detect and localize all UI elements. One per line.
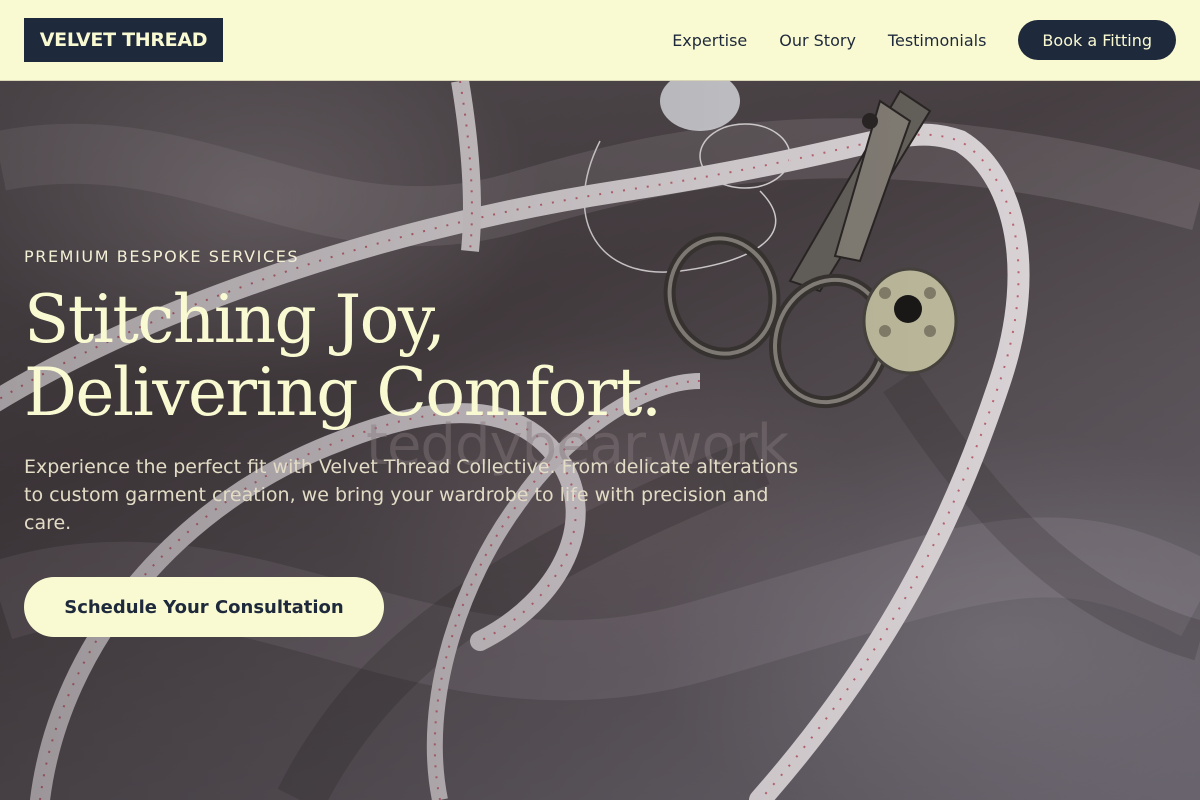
nav-link-our-story[interactable]: Our Story: [779, 31, 856, 50]
main-nav: Expertise Our Story Testimonials Book a …: [672, 20, 1176, 60]
hero-headline-line1: Stitching Joy,: [24, 281, 446, 358]
hero-section: teddybear.work PREMIUM BESPOKE SERVICES …: [0, 81, 1200, 800]
schedule-consultation-button[interactable]: Schedule Your Consultation: [24, 577, 384, 637]
site-header: VELVET THREAD Expertise Our Story Testim…: [0, 0, 1200, 81]
book-fitting-button[interactable]: Book a Fitting: [1018, 20, 1176, 60]
hero-subtext: Experience the perfect fit with Velvet T…: [24, 456, 799, 534]
nav-link-testimonials[interactable]: Testimonials: [888, 31, 987, 50]
nav-link-expertise[interactable]: Expertise: [672, 31, 747, 50]
hero-headline: Stitching Joy, Delivering Comfort.: [24, 281, 662, 431]
brand-logo[interactable]: VELVET THREAD: [24, 18, 223, 62]
hero-eyebrow: PREMIUM BESPOKE SERVICES: [24, 247, 300, 266]
hero-headline-line2: Delivering Comfort.: [24, 354, 662, 431]
